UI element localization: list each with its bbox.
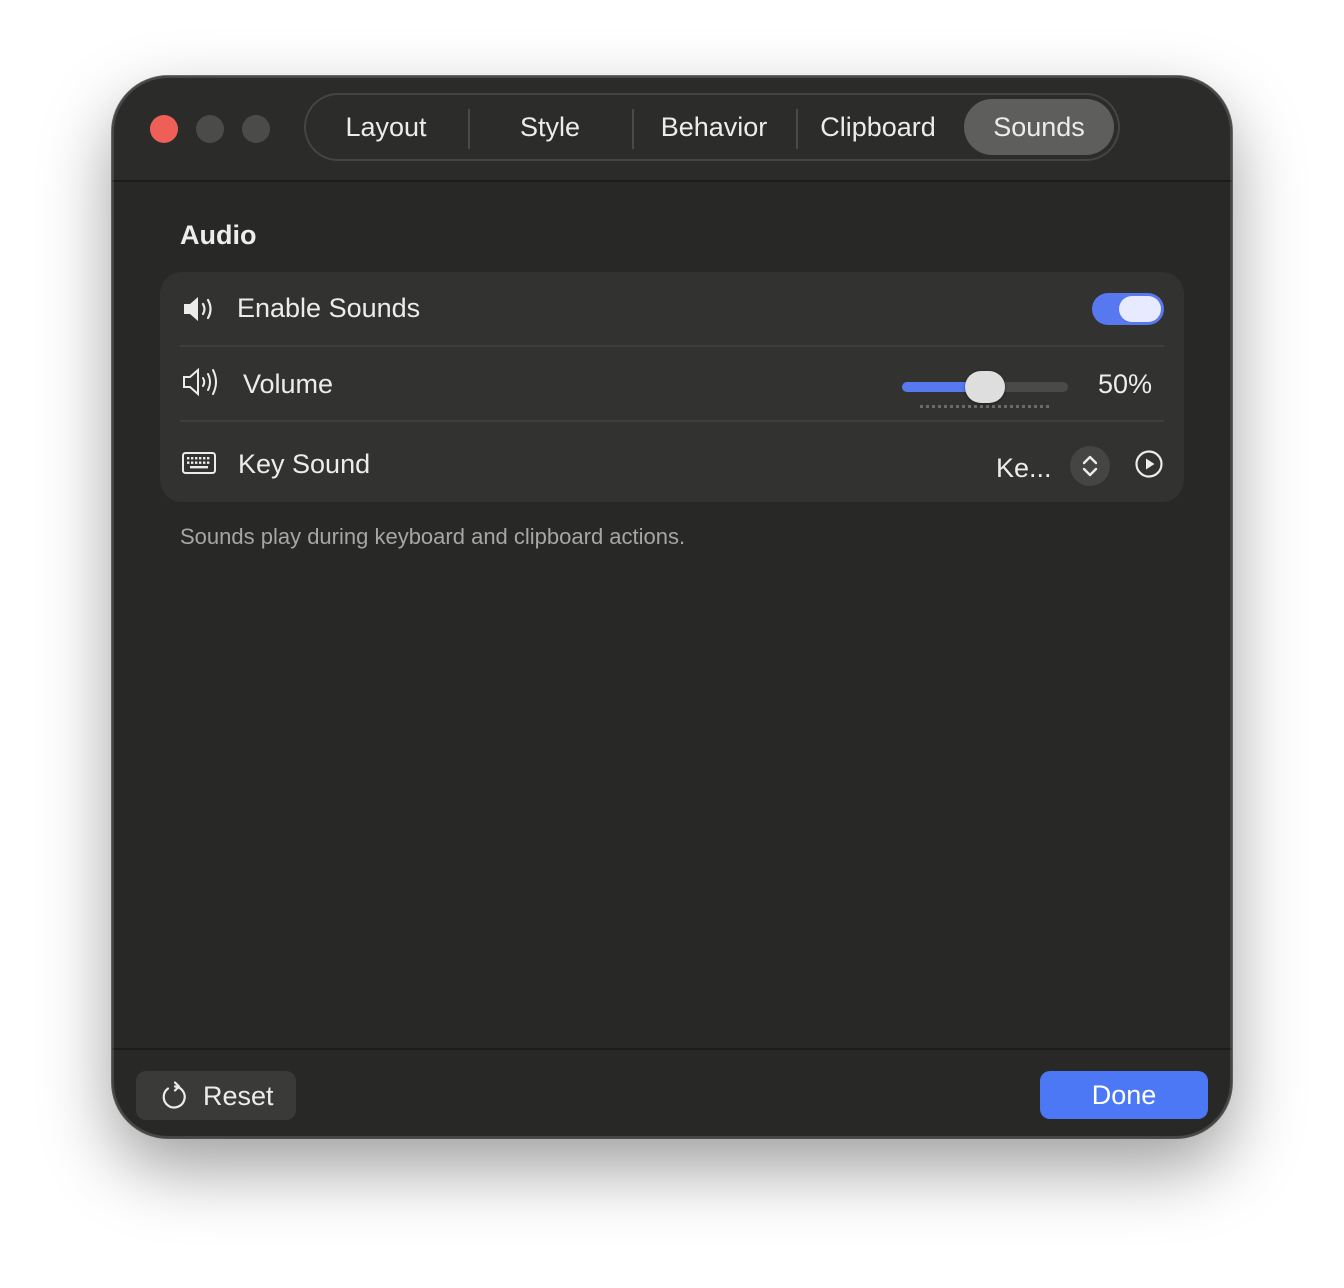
tab-separator	[632, 109, 634, 149]
toggle-knob	[1119, 296, 1161, 322]
volume-slider-knob[interactable]	[965, 371, 1005, 403]
audio-footnote: Sounds play during keyboard and clipboar…	[180, 524, 686, 549]
enable-sounds-label: Enable Sounds	[237, 293, 421, 323]
tab-separator	[468, 109, 470, 149]
play-preview-icon[interactable]	[1134, 449, 1164, 479]
volume-slider-ticks	[920, 405, 1050, 408]
zoom-window-button[interactable]	[242, 115, 270, 143]
audio-settings-card: Enable Sounds Volume 50% Key Sound Ke...	[160, 272, 1184, 502]
title-bar: Layout Style Behavior Clipboard Sounds	[112, 76, 1232, 182]
reset-icon	[162, 1081, 186, 1109]
settings-window: Layout Style Behavior Clipboard Sounds A…	[112, 76, 1232, 1138]
minimize-window-button[interactable]	[196, 115, 224, 143]
key-sound-label: Key Sound	[238, 449, 371, 479]
close-window-button[interactable]	[150, 115, 178, 143]
tab-bar: Layout Style Behavior Clipboard Sounds	[304, 93, 1120, 161]
reset-button[interactable]: Reset	[136, 1071, 296, 1120]
tab-sounds[interactable]: Sounds	[964, 99, 1114, 155]
speaker-wave-icon	[183, 367, 217, 397]
tab-layout[interactable]: Layout	[310, 99, 462, 155]
chevron-up-down-icon	[1082, 455, 1098, 477]
speaker-icon	[184, 297, 212, 321]
key-sound-row: Key Sound Ke...	[160, 422, 1184, 502]
enable-sounds-toggle[interactable]	[1092, 293, 1164, 325]
volume-label: Volume	[243, 369, 334, 399]
tab-separator	[796, 109, 798, 149]
volume-slider[interactable]	[902, 371, 1068, 408]
enable-sounds-row: Enable Sounds	[160, 272, 1184, 346]
key-sound-select[interactable]: Ke...	[996, 453, 1052, 484]
reset-button-label: Reset	[203, 1081, 274, 1111]
keyboard-icon	[182, 452, 216, 474]
volume-value: 50%	[1097, 369, 1152, 399]
section-title-audio: Audio	[180, 220, 257, 250]
tab-style[interactable]: Style	[474, 99, 626, 155]
footer-divider	[112, 1048, 1232, 1050]
tab-clipboard[interactable]: Clipboard	[802, 99, 954, 155]
volume-row: Volume 50%	[160, 347, 1184, 421]
tab-behavior[interactable]: Behavior	[638, 99, 790, 155]
done-button[interactable]: Done	[1040, 1071, 1208, 1119]
key-sound-popup-button[interactable]	[1070, 446, 1110, 486]
